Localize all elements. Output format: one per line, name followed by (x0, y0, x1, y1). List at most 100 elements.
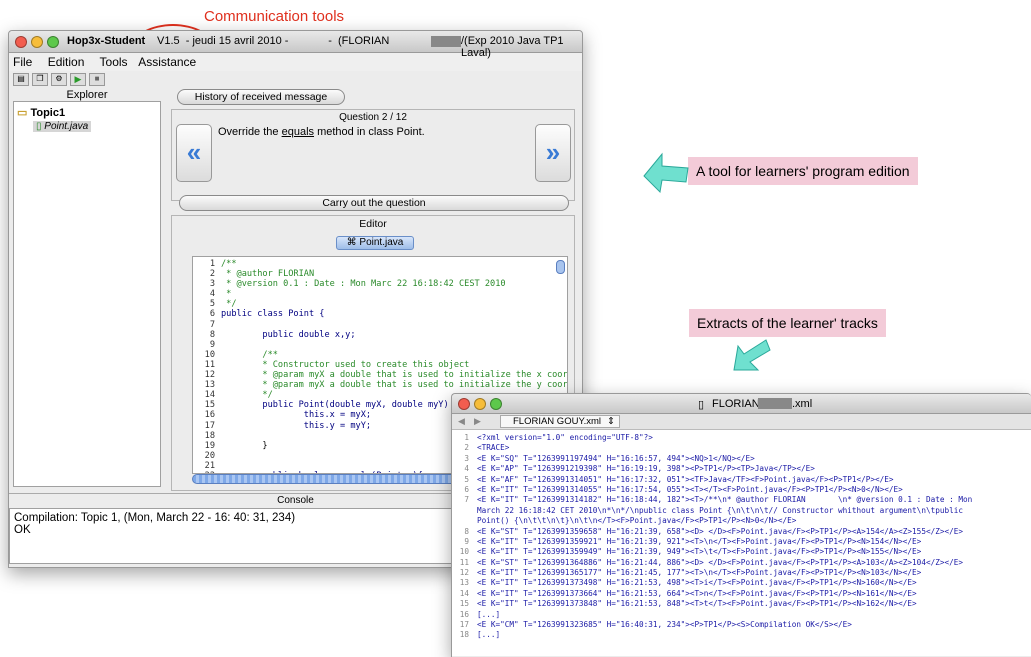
line-number: 15 (204, 400, 215, 411)
line-number: 9 (209, 339, 215, 350)
xml-redaction-bar (758, 398, 792, 409)
xml-file-selector[interactable]: FLORIAN GOUY.xml ⇕ (500, 415, 620, 428)
xml-line: March 22 16:18:42 CET 2010\n*\n*/\npubli… (454, 506, 1029, 516)
tree-folder-topic1[interactable]: ▭ Topic1 (17, 106, 157, 119)
xml-line: 6 <E K="IT" T="1263991314055" H="16:17:54… (454, 485, 1029, 495)
communication-tools-annotation: Communication tools (204, 8, 345, 25)
code-line: 4 * (193, 289, 567, 299)
xml-text: <E K="IT" T="1263991373848" H="16:21:53,… (477, 599, 917, 609)
code-text: */ (221, 390, 273, 401)
line-number: 16 (204, 410, 215, 421)
next-question-button[interactable]: » (535, 124, 571, 182)
xml-line: 16 [...] (454, 610, 1029, 620)
xml-nav-bar: ◀ ▶ FLORIAN GOUY.xml ⇕ (452, 414, 1031, 430)
xml-title-bar[interactable]: ▯ FLORIAN .xml (452, 394, 1031, 414)
code-text: /** (221, 259, 237, 269)
toolbar-save-icon[interactable]: ▤ (13, 72, 29, 86)
menu-assistance[interactable]: Assistance (138, 55, 196, 69)
xml-text: <E K="ST" T="1263991364886" H="16:21:44,… (477, 557, 963, 567)
toolbar-compile-icon[interactable]: ⚙ (51, 72, 67, 86)
history-button[interactable]: History of received message (177, 89, 345, 105)
xml-line: 13 <E K="IT" T="1263991373498" H="16:21:5… (454, 578, 1029, 588)
tracks-callout: Extracts of the learner' tracks (689, 309, 886, 337)
title-bar[interactable]: Hop3x-Student V1.5 - jeudi 15 avril 2010… (9, 31, 582, 59)
line-number: 2 (209, 269, 215, 280)
xml-line-number: 4 (464, 464, 469, 474)
code-text: * Constructor used to create this object (221, 359, 470, 370)
code-line: 9 (193, 340, 567, 350)
code-line: 2 * @author FLORIAN (193, 269, 567, 279)
menu-edition[interactable]: Edition (48, 55, 85, 69)
xml-line: Point() {\n\t\t\n\t}\n\t\n</T><F>Point.j… (454, 516, 1029, 526)
close-icon[interactable] (15, 36, 27, 48)
line-number: 3 (209, 279, 215, 290)
xml-line-number: 1 (464, 433, 469, 442)
xml-content[interactable]: 1 <?xml version="1.0" encoding="UTF-8"?> 2… (452, 430, 1031, 656)
arrow-left-icon (643, 152, 689, 194)
code-text: * @version 0.1 : Date : Mon Marc 22 16:1… (221, 279, 506, 290)
xml-line: 9 <E K="IT" T="1263991359921" H="16:21:39… (454, 537, 1029, 547)
line-number: 19 (204, 440, 215, 451)
toolbar-open-icon[interactable]: ❐ (32, 72, 48, 86)
prev-question-button[interactable]: « (176, 124, 212, 182)
folder-icon: ▭ (17, 107, 28, 119)
toolbar-run-icon[interactable]: ▶ (70, 72, 86, 86)
xml-close-icon[interactable] (458, 398, 470, 410)
xml-minimize-icon[interactable] (474, 398, 486, 410)
xml-title-ext: .xml (792, 398, 813, 410)
back-icon[interactable]: ◀ (458, 416, 465, 427)
tab-file-icon: ⌘ (346, 237, 360, 248)
xml-text: <E K="CM" T="1263991323685" H="16:40:31,… (477, 620, 852, 630)
xml-line: 12 <E K="IT" T="1263991365177" H="16:21:4… (454, 568, 1029, 578)
code-line: 13 * @param myX a double that is used to… (193, 380, 567, 390)
toolbar-stop-icon[interactable]: ■ (89, 72, 105, 86)
editor-tab-point-java[interactable]: ⌘ Point.java (336, 236, 414, 250)
editor-horizontal-scrollbar[interactable] (192, 474, 462, 484)
zoom-icon[interactable] (47, 36, 59, 48)
xml-line-number: 5 (464, 474, 469, 484)
menu-tools[interactable]: Tools (100, 55, 128, 69)
xml-line: 15 <E K="IT" T="1263991373848" H="16:21:5… (454, 599, 1029, 609)
tree-file-point-java[interactable]: ▯ Point.java (33, 121, 92, 132)
editor-scrollbar-thumb[interactable] (556, 260, 565, 274)
app-title: Hop3x-Student (67, 35, 146, 47)
carry-out-button[interactable]: Carry out the question (179, 195, 569, 211)
xml-text: <E K="AP" T="1263991219398" H="16:19:19,… (477, 464, 815, 474)
xml-line: 3 <E K="SQ" T="1263991197494" H="16:16:57… (454, 454, 1029, 464)
xml-line: 4 <E K="AP" T="1263991219398" H="16:19:19… (454, 464, 1029, 474)
editor-title: Editor (359, 218, 387, 230)
xml-line: 5 <E K="AF" T="1263991314051" H="16:17:32… (454, 475, 1029, 485)
code-text: /** (221, 349, 278, 360)
xml-line: 10 <E K="IT" T="1263991359949" H="16:21:3… (454, 547, 1029, 557)
question-text-before: Override the (218, 126, 282, 138)
xml-text: [...] (477, 609, 501, 619)
question-counter: Question 2 / 12 (339, 112, 407, 123)
xml-line: 17 <E K="CM" T="1263991323685" H="16:40:3… (454, 620, 1029, 630)
xml-text: Point() {\n\t\t\n\t}\n\t\n</T><F>Point.j… (477, 516, 797, 526)
editor-tab-label: Point.java (359, 237, 404, 248)
toolbar: ▤ ❐ ⚙ ▶ ■ (9, 71, 582, 87)
xml-line: 1 <?xml version="1.0" encoding="UTF-8"?> (454, 433, 1029, 443)
line-number: 7 (209, 319, 215, 330)
selector-arrows-icon: ⇕ (607, 416, 615, 427)
xml-zoom-icon[interactable] (490, 398, 502, 410)
line-number: 20 (204, 450, 215, 461)
xml-text: <E K="IT" T="1263991365177" H="16:21:45,… (477, 568, 922, 578)
xml-text: <E K="SQ" T="1263991197494" H="16:16:57,… (477, 453, 755, 463)
line-number: 21 (204, 460, 215, 471)
forward-icon[interactable]: ▶ (474, 416, 481, 427)
menu-file[interactable]: File (13, 55, 32, 69)
line-number: 1 (209, 259, 215, 269)
xml-line-number: 3 (464, 453, 469, 463)
xml-line-number: 16 (459, 609, 469, 619)
xml-line: 8 <E K="ST" T="1263991359658" H="16:21:39… (454, 527, 1029, 537)
explorer-panel: Explorer ▭ Topic1 ▯ Point.java (13, 89, 161, 489)
xml-line-number: 12 (459, 568, 469, 578)
code-text: */ (221, 299, 237, 310)
window-title-end: /(Exp 2010 Java TP1 Laval) (461, 35, 564, 59)
xml-text: <TRACE> (477, 443, 510, 453)
line-number: 10 (204, 349, 215, 360)
code-line: 3 * @version 0.1 : Date : Mon Marc 22 16… (193, 279, 567, 289)
xml-line: 2 <TRACE> (454, 443, 1029, 453)
minimize-icon[interactable] (31, 36, 43, 48)
